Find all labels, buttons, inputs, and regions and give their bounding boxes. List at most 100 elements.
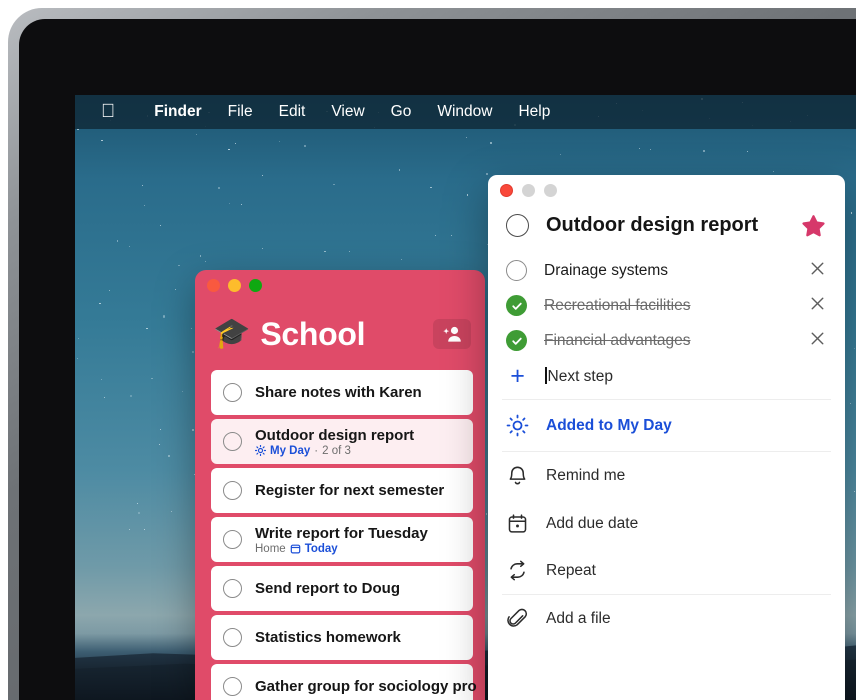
task-row[interactable]: Share notes with Karen xyxy=(211,370,473,415)
star-speck xyxy=(218,187,220,189)
repeat-label: Repeat xyxy=(546,562,596,580)
star-speck xyxy=(117,240,118,241)
star-speck xyxy=(854,348,855,349)
meta-myday-label: My Day xyxy=(270,445,310,457)
star-speck xyxy=(130,395,132,397)
star-speck xyxy=(104,397,105,398)
add-due-date-label: Add due date xyxy=(546,515,638,533)
menu-item-file[interactable]: File xyxy=(215,103,266,121)
task-row[interactable]: Register for next semester xyxy=(211,468,473,513)
apple-logo-icon[interactable]:  xyxy=(101,102,115,121)
star-speck xyxy=(304,145,306,147)
task-title: Statistics homework xyxy=(255,629,461,646)
star-speck xyxy=(129,529,130,530)
menu-item-go[interactable]: Go xyxy=(378,103,425,121)
task-title: Outdoor design report xyxy=(255,427,461,444)
meta-list-name: Home xyxy=(255,543,286,555)
star-speck xyxy=(144,529,145,530)
detail-minimize-button[interactable] xyxy=(522,184,535,197)
task-row[interactable]: Statistics homework xyxy=(211,615,473,660)
checkmark-icon xyxy=(511,300,523,312)
detail-window-titlebar xyxy=(488,175,845,206)
calendar-icon xyxy=(506,513,529,534)
laptop-screen:  Finder File Edit View Go Window Help 🎓… xyxy=(75,95,856,700)
star-speck xyxy=(175,289,176,290)
meta-due-label: Today xyxy=(305,543,338,555)
subtask-row[interactable]: Recreational facilities xyxy=(488,288,845,323)
star-speck xyxy=(168,455,170,457)
task-checkbox[interactable] xyxy=(223,579,242,598)
minimize-button[interactable] xyxy=(228,279,241,292)
added-to-my-day-label: Added to My Day xyxy=(546,417,672,435)
star-speck xyxy=(279,141,280,142)
menu-item-view[interactable]: View xyxy=(318,103,377,121)
star-speck xyxy=(77,358,78,359)
add-person-button[interactable] xyxy=(433,319,471,349)
repeat-icon xyxy=(506,560,529,581)
subtask-checked-icon[interactable] xyxy=(506,295,527,316)
star-speck xyxy=(262,175,263,176)
menu-item-help[interactable]: Help xyxy=(505,103,563,121)
star-speck xyxy=(171,511,172,512)
next-step-placeholder: Next step xyxy=(548,368,613,385)
detail-maximize-button[interactable] xyxy=(544,184,557,197)
detail-close-button[interactable] xyxy=(500,184,513,197)
add-a-file-row[interactable]: Add a file xyxy=(488,595,845,643)
task-row[interactable]: Send report to Doug xyxy=(211,566,473,611)
subtask-label: Financial advantages xyxy=(544,332,793,350)
star-speck xyxy=(78,338,79,339)
star-speck xyxy=(138,512,140,514)
remove-subtask-icon[interactable] xyxy=(810,261,825,281)
star-speck xyxy=(560,154,561,155)
task-checkbox[interactable] xyxy=(223,677,242,696)
remove-subtask-icon[interactable] xyxy=(810,296,825,316)
star-icon[interactable] xyxy=(802,215,825,237)
star-speck xyxy=(146,328,147,329)
task-list: Share notes with Karen Outdoor design rep… xyxy=(195,362,485,700)
task-checkbox[interactable] xyxy=(223,383,242,402)
remove-subtask-icon[interactable] xyxy=(810,331,825,351)
task-row[interactable]: Outdoor design reportMy Day·2 of 3 xyxy=(211,419,473,464)
star-speck xyxy=(850,403,851,404)
subtask-checked-icon[interactable] xyxy=(506,330,527,351)
next-step-input[interactable]: Next step xyxy=(545,367,613,386)
repeat-row[interactable]: Repeat xyxy=(488,547,845,594)
task-text-group: Outdoor design reportMy Day·2 of 3 xyxy=(255,427,461,457)
star-speck xyxy=(77,129,78,130)
add-due-date-row[interactable]: Add due date xyxy=(488,500,845,547)
menu-item-edit[interactable]: Edit xyxy=(266,103,319,121)
task-checkbox[interactable] xyxy=(223,628,242,647)
task-complete-checkbox[interactable] xyxy=(506,214,529,237)
task-title: Write report for Tuesday xyxy=(255,525,461,542)
task-checkbox[interactable] xyxy=(223,481,242,500)
star-speck xyxy=(639,148,640,149)
menu-item-finder[interactable]: Finder xyxy=(141,103,214,121)
star-speck xyxy=(486,173,488,175)
subtask-row[interactable]: Financial advantages xyxy=(488,323,845,358)
task-row[interactable]: Gather group for sociology pro xyxy=(211,664,473,700)
star-speck xyxy=(192,351,194,353)
remind-me-row[interactable]: Remind me xyxy=(488,452,845,500)
star-speck xyxy=(451,235,452,236)
task-text-group: Share notes with Karen xyxy=(255,384,461,401)
star-speck xyxy=(228,149,229,150)
subtask-checkbox[interactable] xyxy=(506,260,527,281)
meta-steps-count: 2 of 3 xyxy=(322,445,351,457)
subtask-row[interactable]: Drainage systems xyxy=(488,253,845,288)
task-checkbox[interactable] xyxy=(223,432,242,451)
star-speck xyxy=(851,212,852,213)
detail-task-title[interactable]: Outdoor design report xyxy=(546,214,785,237)
task-checkbox[interactable] xyxy=(223,530,242,549)
menu-bar:  Finder File Edit View Go Window Help xyxy=(75,95,856,129)
close-button[interactable] xyxy=(207,279,220,292)
menu-item-window[interactable]: Window xyxy=(424,103,505,121)
star-speck xyxy=(178,265,179,266)
task-text-group: Statistics homework xyxy=(255,629,461,646)
next-step-row[interactable]: + Next step xyxy=(488,358,845,399)
star-speck xyxy=(854,491,855,492)
star-speck xyxy=(182,391,183,392)
added-to-my-day-row[interactable]: Added to My Day xyxy=(488,400,845,451)
maximize-button[interactable] xyxy=(249,279,262,292)
page-title: School xyxy=(260,316,433,353)
task-row[interactable]: Write report for TuesdayHome Today xyxy=(211,517,473,562)
